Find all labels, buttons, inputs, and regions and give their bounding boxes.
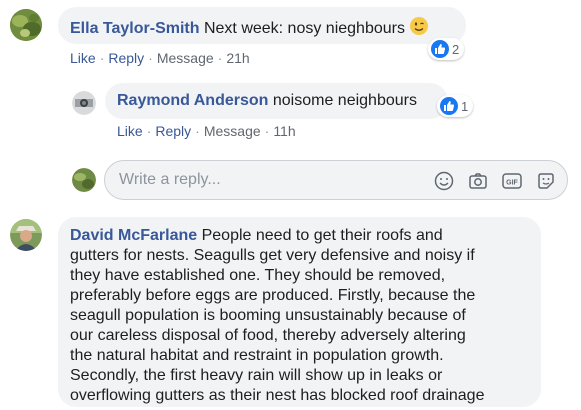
comment-author[interactable]: David McFarlane	[70, 227, 197, 244]
comment-text-line: gutters for nests. Seagulls get very def…	[70, 247, 475, 264]
emoji-icon[interactable]	[433, 170, 455, 192]
comment-author[interactable]: Ella Taylor-Smith	[70, 20, 200, 37]
avatar-current-user	[72, 168, 96, 192]
reply-link[interactable]: Reply	[108, 50, 144, 66]
comment-text-line: overflowing gutters as their nest has bl…	[70, 387, 485, 404]
comment-text-line: Secondly, the first heavy rain will show…	[70, 367, 443, 384]
comment-text-line: our careless disposal of food, thereby a…	[70, 327, 466, 344]
reaction-count-number: 2	[452, 41, 460, 57]
sticker-icon[interactable]	[535, 170, 557, 192]
comment-author[interactable]: Raymond Anderson	[117, 92, 268, 109]
avatar-raymond[interactable]	[72, 91, 96, 115]
like-reaction-icon	[431, 40, 449, 58]
avatar-david[interactable]	[10, 219, 42, 251]
reaction-count[interactable]: 1	[437, 95, 474, 117]
timestamp[interactable]: 11h	[273, 123, 295, 139]
comment-text: Next week: nosy nieghbours	[203, 20, 405, 37]
camera-icon[interactable]	[467, 170, 489, 192]
like-link[interactable]: Like	[117, 123, 143, 139]
like-link[interactable]: Like	[70, 50, 96, 66]
like-reaction-icon	[440, 97, 458, 115]
comment-text-line: People need to get their roofs and	[197, 227, 443, 244]
comment-text-line: the natural habitat and restraint in pop…	[70, 347, 444, 364]
comment-actions: Like · Reply · Message · 21h	[70, 50, 250, 66]
gif-label: GIF	[506, 180, 518, 187]
comment-text: noisome neighbours	[272, 92, 417, 109]
reply-link[interactable]: Reply	[155, 123, 191, 139]
comment-actions: Like · Reply · Message · 11h	[117, 123, 296, 139]
comment-bubble: David McFarlane People need to get their…	[58, 217, 541, 407]
reply-input[interactable]: Write a reply... GIF	[104, 160, 568, 200]
comment-text-line: seagull population is booming unsustaina…	[70, 307, 466, 324]
avatar-ella[interactable]	[10, 9, 42, 41]
comment-text-line: preferably before eggs are produced. Fir…	[70, 287, 476, 304]
comment-bubble: Raymond Anderson noisome neighbours	[105, 83, 448, 119]
message-link[interactable]: Message	[204, 123, 261, 139]
message-link[interactable]: Message	[157, 50, 214, 66]
comment-text-line: they have established one. They should b…	[70, 267, 446, 284]
reaction-count[interactable]: 2	[428, 38, 465, 60]
reply-placeholder: Write a reply...	[119, 171, 221, 188]
timestamp[interactable]: 21h	[226, 50, 249, 66]
reaction-count-number: 1	[461, 98, 469, 114]
smile-emoji-icon	[410, 17, 429, 35]
comment-bubble: Ella Taylor-Smith Next week: nosy nieghb…	[58, 7, 466, 44]
gif-icon[interactable]: GIF	[501, 170, 523, 192]
